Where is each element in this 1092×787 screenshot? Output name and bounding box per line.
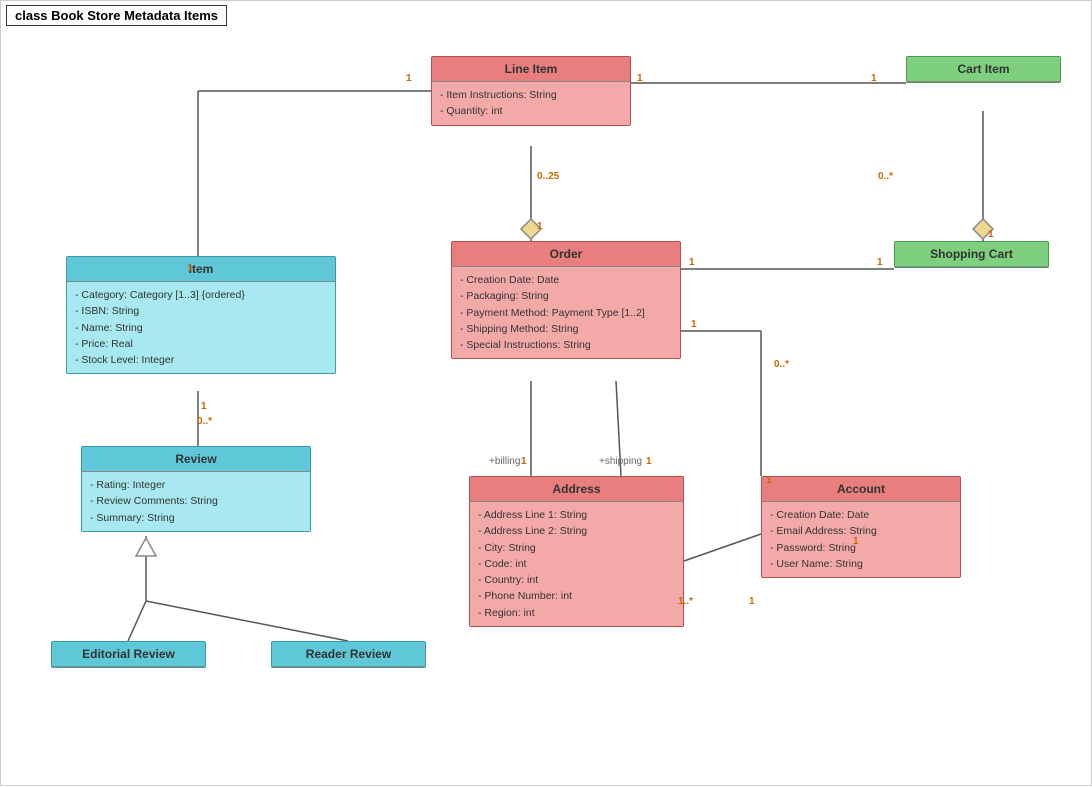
class-line-item: Line Item Item Instructions: String Quan… (431, 56, 631, 126)
mult-order-shoppingcart-left: 1 (689, 257, 695, 268)
class-review-body: Rating: Integer Review Comments: String … (82, 472, 310, 531)
mult-order-acct2: 1 (766, 475, 772, 486)
mult-account-addr: 1 (749, 596, 755, 607)
mult-account-top: 1 (853, 536, 859, 547)
class-cart-item-header: Cart Item (907, 57, 1060, 82)
mult-order-shoppingcart-right: 1 (877, 257, 883, 268)
class-account-body: Creation Date: Date Email Address: Strin… (762, 502, 960, 577)
class-address: Address Address Line 1: String Address L… (469, 476, 684, 627)
class-item-body: Category: Category [1..3] {ordered} ISBN… (67, 282, 335, 373)
class-review-header: Review (82, 447, 310, 472)
class-reader-review-header: Reader Review (272, 642, 425, 667)
diagram-container: class Book Store Metadata Items (0, 0, 1092, 786)
class-line-item-header: Line Item (432, 57, 630, 82)
role-billing: +billing (489, 456, 520, 467)
mult-shipping: 1 (646, 456, 652, 467)
class-line-item-body: Item Instructions: String Quantity: int (432, 82, 630, 125)
class-item-header: Item (67, 257, 335, 282)
mult-order-account-left: 1 (691, 319, 697, 330)
class-account: Account Creation Date: Date Email Addres… (761, 476, 961, 578)
class-order-body: Creation Date: Date Packaging: String Pa… (452, 267, 680, 358)
mult-shoppingcart-diamond: 1 (988, 229, 994, 240)
mult-lineitem-left: 1 (406, 73, 412, 84)
class-order: Order Creation Date: Date Packaging: Str… (451, 241, 681, 359)
class-item: Item Category: Category [1..3] {ordered}… (66, 256, 336, 374)
mult-order-top: 0..25 (537, 171, 559, 182)
mult-shoppingcart-top: 0..* (878, 171, 893, 182)
class-shopping-cart: Shopping Cart (894, 241, 1049, 268)
class-review: Review Rating: Integer Review Comments: … (81, 446, 311, 532)
mult-cartitem-left: 1 (871, 73, 877, 84)
mult-item-review-bottom: 0..* (197, 416, 212, 427)
mult-order-diamond: 1 (537, 221, 543, 232)
mult-order-account-right: 0..* (774, 359, 789, 370)
class-address-body: Address Line 1: String Address Line 2: S… (470, 502, 683, 626)
mult-address-right: 1..* (678, 596, 693, 607)
class-account-header: Account (762, 477, 960, 502)
mult-billing: 1 (521, 456, 527, 467)
class-shopping-cart-header: Shopping Cart (895, 242, 1048, 267)
mult-item-review-top: 1 (201, 401, 207, 412)
diagram-title: class Book Store Metadata Items (6, 5, 227, 26)
class-editorial-review-header: Editorial Review (52, 642, 205, 667)
mult-lineitem-right: 1 (637, 73, 643, 84)
class-cart-item: Cart Item (906, 56, 1061, 83)
class-order-header: Order (452, 242, 680, 267)
mult-item-lineitem: 1 (187, 263, 193, 274)
role-shipping: +shipping (599, 456, 642, 467)
class-address-header: Address (470, 477, 683, 502)
class-reader-review: Reader Review (271, 641, 426, 668)
class-editorial-review: Editorial Review (51, 641, 206, 668)
